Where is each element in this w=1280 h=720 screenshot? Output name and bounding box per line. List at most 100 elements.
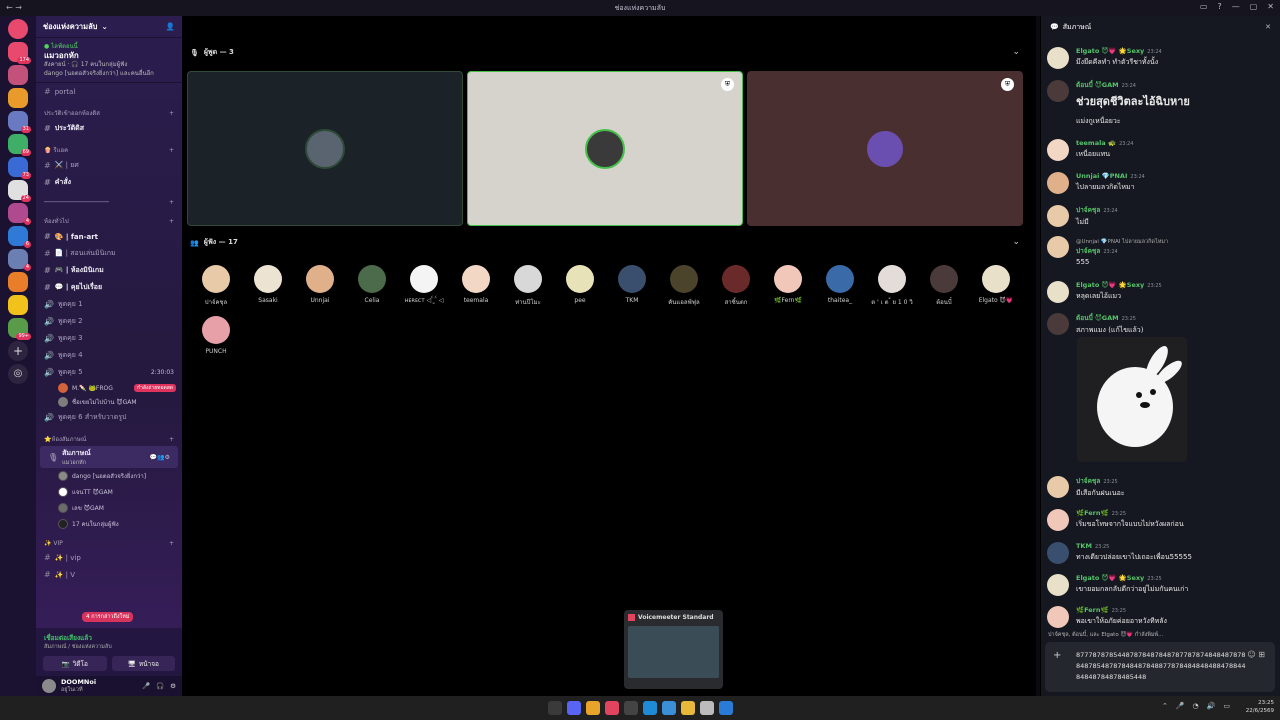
listener[interactable]: 🌿Fern🌿 xyxy=(762,265,814,304)
message-avatar[interactable] xyxy=(1047,574,1069,596)
message-avatar[interactable] xyxy=(1047,313,1069,335)
message-avatar[interactable] xyxy=(1047,542,1069,564)
voice-channel-6[interactable]: 🔊 พูดคุย 6 สำหรับวาดรูป xyxy=(36,409,182,426)
user-avatar[interactable] xyxy=(42,679,56,693)
stage-actions-icon[interactable]: 💬👥⚙ xyxy=(150,454,170,461)
message-avatar[interactable] xyxy=(1047,606,1069,628)
listener[interactable]: Unnjai xyxy=(294,265,346,304)
discover-icon[interactable]: ◎ xyxy=(8,364,28,384)
listener[interactable]: ปาจ์คชุล xyxy=(190,265,242,307)
sticker-image[interactable] xyxy=(1077,337,1187,462)
message-author[interactable]: ต้อนบี๋ 😈GAM 23:24 xyxy=(1076,80,1273,90)
inbox-icon[interactable]: ▭ xyxy=(1200,2,1208,11)
server-icon[interactable]: 73 xyxy=(8,157,31,179)
message-author[interactable]: ปาจ์คชุล 23:24 xyxy=(1076,246,1273,256)
server-header[interactable]: ช่องแห่งความลับ ⌄ 👤 xyxy=(36,16,182,38)
server-icon[interactable]: 4 xyxy=(8,249,31,271)
taskbar-app-icon[interactable] xyxy=(566,701,581,715)
shield-icon[interactable]: ⛨ xyxy=(1001,78,1014,91)
message-avatar[interactable] xyxy=(1047,236,1069,258)
chevron-up-icon[interactable]: ⌃ xyxy=(1162,702,1168,710)
category-header[interactable]: ห้องทั่วไป + xyxy=(36,208,182,228)
listener[interactable]: ต้อนบี๋ xyxy=(918,265,970,307)
close-button[interactable]: ✕ xyxy=(1267,2,1274,11)
text-channel[interactable]: # ประวัติดิส xyxy=(36,120,182,137)
battery-icon[interactable]: ▭ xyxy=(1223,702,1230,710)
home-icon[interactable] xyxy=(8,19,28,39)
listener[interactable]: ʜᴇʀᴇᴄᴛ ◁ ̈́ ̫ ̈́ ◁ xyxy=(398,265,450,304)
add-channel-icon[interactable]: + xyxy=(169,218,174,225)
add-channel-icon[interactable]: + xyxy=(169,147,174,154)
speaker-tile[interactable]: ⛨ xyxy=(747,71,1023,226)
mic-icon[interactable]: 🎤 xyxy=(142,682,150,690)
video-button[interactable]: 📷 วิดีโอ xyxy=(43,656,107,671)
taskbar-app-icon[interactable] xyxy=(585,701,600,715)
listener[interactable]: TKM xyxy=(606,265,658,304)
stage-user[interactable]: เลข 😈GAM xyxy=(36,500,182,516)
listener[interactable]: teemala xyxy=(450,265,502,304)
taskbar-app-icon[interactable] xyxy=(661,701,676,715)
close-icon[interactable]: ✕ xyxy=(1265,23,1271,31)
text-channel[interactable]: # ✨ | vip xyxy=(36,549,182,566)
server-icon[interactable]: 174 xyxy=(8,42,31,64)
add-channel-icon[interactable]: + xyxy=(169,540,174,547)
message-author[interactable]: 🌿Fern🌿 23:25 xyxy=(1076,509,1273,517)
volume-icon[interactable]: 🔊 xyxy=(1207,702,1216,710)
taskbar-app-icon[interactable] xyxy=(718,701,733,715)
message-avatar[interactable] xyxy=(1047,80,1069,102)
message-avatar[interactable] xyxy=(1047,172,1069,194)
listener[interactable]: ท่านปีโมะ xyxy=(502,265,554,307)
listener[interactable]: Sasaki xyxy=(242,265,294,304)
message-input-text[interactable]: 8777878785448787848784878778787484848787… xyxy=(1076,650,1246,683)
voice-user[interactable]: ชื่อเขยไม่ไปบ้าน 😈GAM xyxy=(36,395,182,409)
add-channel-icon[interactable]: + xyxy=(169,110,174,117)
text-channel[interactable]: # ✨ | V xyxy=(36,566,182,583)
message-author[interactable]: teemala 🐢 23:24 xyxy=(1076,139,1273,147)
listener[interactable]: pee xyxy=(554,265,606,304)
message-author[interactable]: Elgato 😈💗 🌟Sexy 23:25 xyxy=(1076,574,1273,582)
message-input[interactable]: + 87778787854487878487848787787874848487… xyxy=(1045,642,1275,692)
taskbar-app-icon[interactable] xyxy=(680,701,695,715)
voice-channel[interactable]: 🔊 พูดคุย 3 xyxy=(36,330,182,347)
chevron-down-icon[interactable]: ⌄ xyxy=(1012,47,1020,57)
wifi-icon[interactable]: ◔ xyxy=(1193,702,1199,710)
stage-user[interactable]: 17 คนในกลุ่มผู้ฟัง xyxy=(36,516,182,532)
category-header[interactable]: ────────────────── + xyxy=(36,191,182,208)
headphone-icon[interactable]: 🎧 xyxy=(156,682,164,690)
attach-plus-icon[interactable]: + xyxy=(1053,650,1061,661)
voice-user[interactable]: M.🍡 🐸FROG กำลังถ่ายทอดสด xyxy=(36,381,182,395)
stage-user[interactable]: แจนTT 😈GAM xyxy=(36,484,182,500)
channel-portal[interactable]: # portal xyxy=(36,83,182,100)
speaker-tile[interactable] xyxy=(187,71,463,226)
voice-channel[interactable]: 🔊 พูดคุย 1 xyxy=(36,296,182,313)
add-channel-icon[interactable]: + xyxy=(169,199,174,206)
message-author[interactable]: ปาจ์คชุล 23:24 xyxy=(1076,205,1273,215)
voice-channel[interactable]: 🔊 พูดคุย 2 xyxy=(36,313,182,330)
listener[interactable]: Elgato 😈💗 xyxy=(970,265,1022,304)
listener[interactable]: Celia xyxy=(346,265,398,304)
voice-channel[interactable]: 🔊 พูดคุย 4 xyxy=(36,347,182,364)
server-icon[interactable]: 6 xyxy=(8,226,31,248)
stage-user[interactable]: dango [นอตอสัวจริงยิ่งกว่า] xyxy=(36,468,182,484)
message-author[interactable]: Unnjai 💎PNAI 23:24 xyxy=(1076,172,1273,180)
chevron-down-icon[interactable]: ⌄ xyxy=(1012,237,1020,247)
message-author[interactable]: TKM 23:25 xyxy=(1076,542,1273,550)
message-avatar[interactable] xyxy=(1047,509,1069,531)
listener[interactable]: thaitea_ xyxy=(814,265,866,304)
minimize-button[interactable]: — xyxy=(1232,2,1240,11)
taskbar-app-icon[interactable] xyxy=(547,701,562,715)
shield-icon[interactable]: ⛨ xyxy=(721,78,734,91)
add-channel-icon[interactable]: + xyxy=(169,436,174,443)
message-author[interactable]: Elgato 😈💗 🌟Sexy 23:25 xyxy=(1076,281,1273,289)
category-stage[interactable]: ⭐ห้องสัมภาษณ์ + xyxy=(36,426,182,446)
listener[interactable]: สาซิ้นตก xyxy=(710,265,762,307)
server-icon[interactable]: 99+ xyxy=(8,318,31,340)
emoji-icon[interactable]: ☺ ⊞ xyxy=(1247,650,1265,659)
category-header[interactable]: ประวัติเข้าออกห้องดิส + xyxy=(36,100,182,120)
mic-tray-icon[interactable]: 🎤 xyxy=(1176,702,1185,710)
taskbar-app-icon[interactable] xyxy=(623,701,638,715)
add-server-icon[interactable]: + xyxy=(8,341,28,361)
back-forward-icon[interactable]: ← → xyxy=(6,3,22,12)
maximize-button[interactable]: ▢ xyxy=(1250,2,1258,11)
listeners-header[interactable]: 👥 ผู้ฟัง — 17 xyxy=(190,237,238,248)
